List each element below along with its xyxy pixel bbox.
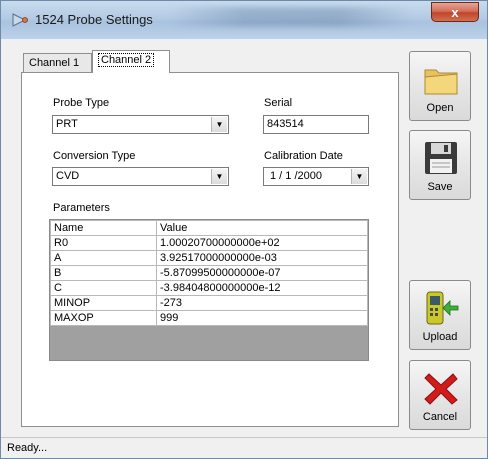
column-header-name[interactable]: Name [50, 220, 157, 236]
param-name-cell[interactable]: MAXOP [50, 310, 157, 326]
probe-type-select[interactable]: PRT ▼ [52, 115, 229, 134]
column-header-value[interactable]: Value [156, 220, 368, 236]
parameters-table: Name Value R0 1.00020700000000e+02 A 3.9… [50, 220, 368, 326]
serial-field[interactable]: 843514 [263, 115, 369, 134]
param-value-cell[interactable]: -273 [156, 295, 368, 311]
conversion-type-value: CVD [56, 170, 80, 182]
title-bar[interactable]: 1524 Probe Settings x [1, 1, 487, 39]
table-row[interactable]: R0 1.00020700000000e+02 [50, 235, 368, 251]
table-row[interactable]: MINOP -273 [50, 295, 368, 311]
serial-value: 843514 [267, 118, 304, 130]
chevron-down-icon[interactable]: ▼ [211, 117, 227, 132]
upload-button-label: Upload [422, 331, 458, 343]
folder-icon [424, 69, 458, 95]
chevron-down-icon[interactable]: ▼ [211, 169, 227, 184]
upload-button[interactable]: Upload [409, 280, 471, 350]
table-row[interactable]: C -3.98404800000000e-12 [50, 280, 368, 296]
red-x-icon [424, 373, 458, 405]
table-row[interactable]: B -5.87099500000000e-07 [50, 265, 368, 281]
param-value-cell[interactable]: 999 [156, 310, 368, 326]
param-name-cell[interactable]: A [50, 250, 157, 266]
param-value-cell[interactable]: 1.00020700000000e+02 [156, 235, 368, 251]
tab-channel-2[interactable]: Channel 2 [92, 50, 170, 73]
param-value-cell[interactable]: -5.87099500000000e-07 [156, 265, 368, 281]
param-value-cell[interactable]: -3.98404800000000e-12 [156, 280, 368, 296]
app-icon [12, 13, 28, 27]
table-header-row: Name Value [50, 220, 368, 236]
save-button[interactable]: Save [409, 130, 471, 200]
calibration-date-value: 1 / 1 /2000 [270, 170, 322, 182]
parameters-grid[interactable]: Name Value R0 1.00020700000000e+02 A 3.9… [49, 219, 369, 361]
tab-channel-1-label: Channel 1 [29, 57, 80, 69]
status-bar: Ready... [1, 437, 487, 458]
chevron-down-icon[interactable]: ▼ [351, 169, 367, 184]
param-value-cell[interactable]: 3.92517000000000e-03 [156, 250, 368, 266]
serial-label: Serial [264, 97, 293, 109]
open-button[interactable]: Open [409, 51, 471, 121]
table-row[interactable]: MAXOP 999 [50, 310, 368, 326]
cancel-button-label: Cancel [422, 411, 458, 423]
close-button[interactable]: x [431, 2, 479, 22]
param-name-cell[interactable]: R0 [50, 235, 157, 251]
open-button-label: Open [426, 102, 454, 114]
calibration-date-label: Calibration Date [264, 150, 343, 162]
title-bar-background [171, 7, 411, 27]
parameters-label: Parameters [53, 202, 110, 214]
tab-channel-1[interactable]: Channel 1 [23, 53, 92, 73]
param-name-cell[interactable]: MINOP [50, 295, 157, 311]
table-row[interactable]: A 3.92517000000000e-03 [50, 250, 368, 266]
param-name-cell[interactable]: C [50, 280, 157, 296]
param-name-cell[interactable]: B [50, 265, 157, 281]
save-button-label: Save [427, 181, 453, 193]
floppy-disk-icon [425, 142, 457, 174]
close-icon: x [451, 4, 459, 20]
cancel-button[interactable]: Cancel [409, 360, 471, 430]
status-text: Ready... [7, 442, 48, 454]
probe-settings-window: 1524 Probe Settings x Channel 1 Channel … [0, 0, 488, 459]
upload-device-icon [426, 291, 459, 325]
calibration-date-picker[interactable]: 1 / 1 /2000 ▼ [263, 167, 369, 186]
window-title: 1524 Probe Settings [35, 12, 153, 27]
tab-channel-2-label: Channel 2 [98, 53, 155, 67]
conversion-type-select[interactable]: CVD ▼ [52, 167, 229, 186]
conversion-type-label: Conversion Type [53, 150, 136, 162]
probe-type-value: PRT [56, 118, 78, 130]
probe-type-label: Probe Type [53, 97, 110, 109]
